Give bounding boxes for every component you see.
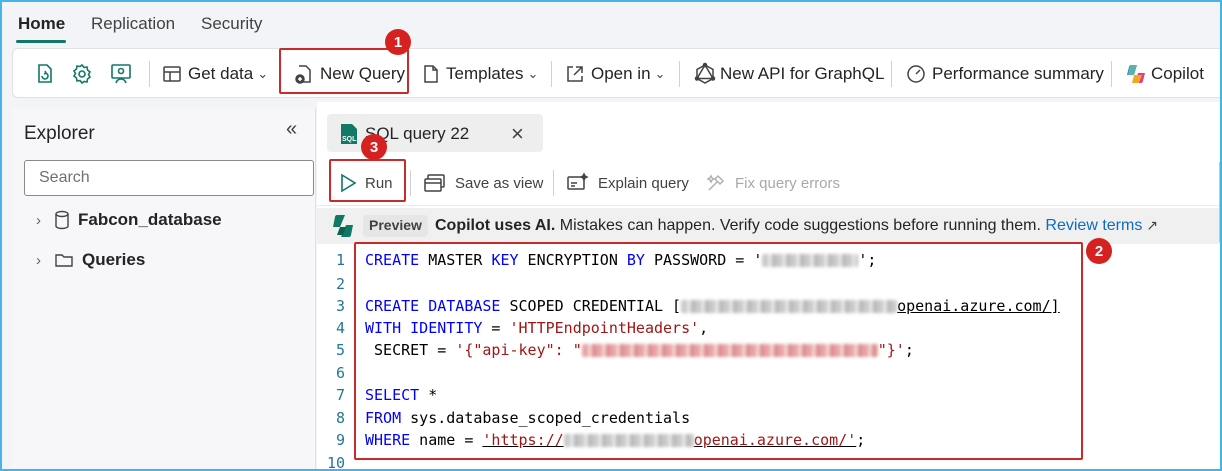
chevron-right-icon[interactable]: › <box>36 212 54 229</box>
tree-item-label: Fabcon_database <box>78 210 222 229</box>
folder-icon <box>55 254 73 267</box>
preview-bold-text: Copilot uses AI. <box>435 217 556 234</box>
save-as-view-button[interactable]: Save as view <box>423 160 543 206</box>
ribbon-separator <box>1111 61 1112 87</box>
ribbon-separator <box>679 61 680 87</box>
query-tab-bar: SQL SQL query 22 × <box>317 102 1220 158</box>
new-api-label: New API for GraphQL <box>720 64 885 83</box>
tab-replication[interactable]: Replication <box>91 14 175 34</box>
ribbon-separator <box>551 61 552 87</box>
gauge-icon <box>907 65 925 83</box>
line-number: 3 <box>335 297 345 315</box>
performance-label: Performance summary <box>932 64 1104 83</box>
document-icon <box>424 65 438 83</box>
review-terms-link[interactable]: Review terms <box>1045 217 1142 234</box>
callout-badge-2: 2 <box>1086 238 1112 264</box>
table-icon <box>163 66 181 82</box>
share-button[interactable] <box>109 49 135 99</box>
refresh-button[interactable] <box>33 49 57 99</box>
fix-query-errors-button[interactable]: Fix query errors <box>705 160 840 206</box>
tab-home[interactable]: Home <box>18 14 65 34</box>
callout-badge-3: 3 <box>361 134 387 160</box>
tree-item-database[interactable]: › Fabcon_database <box>36 208 222 232</box>
copilot-label: Copilot <box>1151 64 1204 83</box>
app-frame: Home Replication Security Get data ⌄ New… <box>0 0 1222 471</box>
save-view-icon <box>424 174 445 192</box>
chevron-down-icon: ⌄ <box>527 66 539 81</box>
ribbon-separator <box>149 61 150 87</box>
templates-label: Templates <box>446 64 524 83</box>
ribbon-separator <box>891 61 892 87</box>
explorer-search-input[interactable]: Search <box>24 160 314 196</box>
person-share-icon <box>111 64 131 84</box>
preview-message: Copilot uses AI. Mistakes can happen. Ve… <box>435 217 1158 235</box>
chevron-down-icon: ⌄ <box>257 66 269 81</box>
database-icon <box>55 210 69 230</box>
open-in-button[interactable]: Open in ⌄ <box>564 49 665 99</box>
callout-badge-1: 1 <box>385 29 411 55</box>
line-number: 4 <box>335 319 345 337</box>
copilot-button[interactable]: Copilot <box>1123 49 1204 99</box>
explorer-panel: Explorer « Search › Fabcon_database › Qu… <box>12 108 316 469</box>
tab-security[interactable]: Security <box>201 14 262 34</box>
copilot-preview-bar: Preview Copilot uses AI. Mistakes can ha… <box>317 208 1220 244</box>
copilot-icon <box>333 215 353 237</box>
preview-badge: Preview <box>363 215 428 237</box>
line-number: 2 <box>335 275 345 293</box>
line-number: 6 <box>335 364 345 382</box>
gear-icon <box>72 63 92 85</box>
explain-query-label: Explain query <box>598 174 689 192</box>
chevron-right-icon[interactable]: › <box>36 252 54 269</box>
line-number: 5 <box>335 341 345 359</box>
toolbar-separator <box>410 170 411 196</box>
explain-query-button[interactable]: Explain query <box>566 160 689 206</box>
toolbar-separator <box>553 170 554 196</box>
collapse-panel-icon[interactable]: « <box>286 118 297 141</box>
open-external-icon <box>567 66 583 82</box>
line-number: 7 <box>335 386 345 404</box>
graphql-icon <box>694 62 716 84</box>
open-external-icon: ↗ <box>1142 217 1158 233</box>
save-as-view-label: Save as view <box>455 174 544 192</box>
sql-file-icon: SQL <box>341 124 357 144</box>
close-icon[interactable]: × <box>511 121 524 147</box>
new-api-graphql-button[interactable]: New API for GraphQL <box>693 49 884 99</box>
callout-box-run <box>329 159 406 202</box>
line-number: 9 <box>335 431 345 449</box>
line-number: 8 <box>335 409 345 427</box>
fix-errors-icon <box>706 174 725 191</box>
top-tabs: Home Replication Security <box>2 2 1220 46</box>
callout-box-new-query <box>279 48 409 94</box>
get-data-label: Get data <box>188 64 254 83</box>
tree-item-queries[interactable]: › Queries <box>36 248 145 272</box>
sql-icon-text: SQL <box>342 136 357 143</box>
get-data-button[interactable]: Get data ⌄ <box>161 49 268 99</box>
tree-item-label: Queries <box>82 250 146 269</box>
copilot-icon <box>1127 65 1145 83</box>
open-in-label: Open in <box>591 64 651 83</box>
chevron-down-icon: ⌄ <box>654 66 666 81</box>
ribbon-toolbar: Get data ⌄ New Query Templates ⌄ Open in… <box>12 48 1220 99</box>
query-tab[interactable]: SQL SQL query 22 × <box>327 114 543 152</box>
sparkle-document-icon <box>567 172 589 190</box>
preview-text: Mistakes can happen. Verify code suggest… <box>559 217 1041 234</box>
performance-summary-button[interactable]: Performance summary <box>905 49 1104 99</box>
refresh-icon <box>38 64 52 83</box>
query-toolbar: Run Save as view Explain query Fix query… <box>317 160 1220 206</box>
line-number: 1 <box>335 251 345 269</box>
line-number: 10 <box>326 454 345 471</box>
settings-button[interactable] <box>70 49 94 99</box>
templates-button[interactable]: Templates ⌄ <box>421 49 538 99</box>
explorer-title: Explorer <box>24 123 95 144</box>
active-tab-indicator <box>16 40 66 43</box>
fix-errors-label: Fix query errors <box>735 174 841 192</box>
callout-box-code <box>354 242 1083 460</box>
